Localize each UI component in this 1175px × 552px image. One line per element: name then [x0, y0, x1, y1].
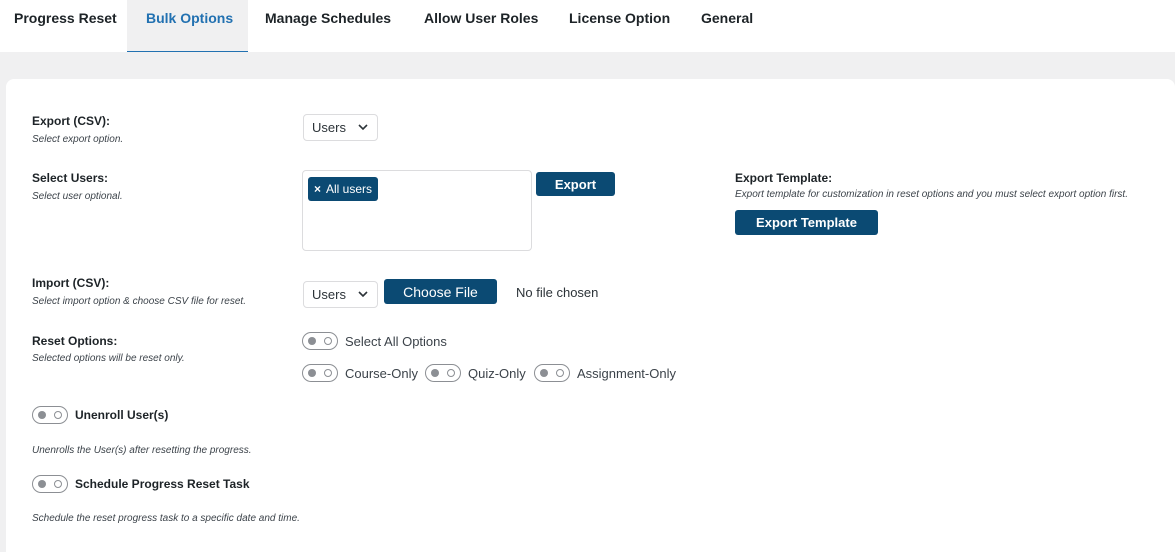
toggle-knob	[431, 369, 439, 377]
import-csv-title: Import (CSV):	[32, 276, 110, 290]
schedule-reset-desc: Schedule the reset progress task to a sp…	[32, 513, 300, 524]
unenroll-users-desc: Unenrolls the User(s) after resetting th…	[32, 445, 252, 456]
toggle-off-indicator	[447, 369, 455, 377]
chevron-down-icon	[358, 291, 368, 298]
export-template-button[interactable]: Export Template	[735, 210, 878, 235]
toggle-knob	[540, 369, 548, 377]
quiz-only-toggle[interactable]	[425, 364, 461, 382]
import-option-select[interactable]: Users	[303, 281, 378, 308]
toggle-off-indicator	[54, 480, 62, 488]
toggle-knob	[308, 337, 316, 345]
export-button[interactable]: Export	[536, 172, 615, 196]
toggle-knob	[308, 369, 316, 377]
tab-manage-schedules[interactable]: Manage Schedules	[265, 0, 391, 52]
select-all-options-toggle[interactable]	[302, 332, 338, 350]
tab-bulk-options[interactable]: Bulk Options	[127, 0, 248, 52]
tab-allow-user-roles[interactable]: Allow User Roles	[424, 0, 538, 52]
assignment-only-label: Assignment-Only	[577, 366, 676, 381]
choose-file-button[interactable]: Choose File	[384, 279, 497, 304]
quiz-only-label: Quiz-Only	[468, 366, 526, 381]
export-template-desc: Export template for customization in res…	[735, 189, 1128, 200]
toggle-knob	[38, 411, 46, 419]
course-only-label: Course-Only	[345, 366, 418, 381]
import-option-value: Users	[312, 287, 346, 302]
toggle-off-indicator	[324, 369, 332, 377]
tab-general[interactable]: General	[701, 0, 753, 52]
select-users-title: Select Users:	[32, 171, 109, 185]
export-csv-desc: Select export option.	[32, 134, 124, 145]
schedule-reset-toggle[interactable]	[32, 475, 68, 493]
toggle-off-indicator	[556, 369, 564, 377]
reset-options-title: Reset Options:	[32, 334, 118, 348]
schedule-reset-label: Schedule Progress Reset Task	[75, 477, 250, 491]
chip-remove-icon[interactable]: ×	[314, 182, 321, 196]
export-csv-title: Export (CSV):	[32, 114, 110, 128]
tab-progress-reset[interactable]: Progress Reset	[14, 0, 117, 52]
chip-label: All users	[326, 182, 373, 196]
toggle-off-indicator	[54, 411, 62, 419]
toggle-off-indicator	[324, 337, 332, 345]
chevron-down-icon	[358, 124, 368, 131]
course-only-toggle[interactable]	[302, 364, 338, 382]
users-multiselect[interactable]: × All users	[302, 170, 532, 251]
export-template-title: Export Template:	[735, 171, 833, 185]
tab-license-option[interactable]: License Option	[569, 0, 670, 52]
user-chip-all-users: × All users	[308, 177, 379, 201]
import-csv-desc: Select import option & choose CSV file f…	[32, 296, 246, 307]
select-all-options-label: Select All Options	[345, 334, 447, 349]
tab-bar: Progress Reset Bulk Options Manage Sched…	[0, 0, 1175, 52]
assignment-only-toggle[interactable]	[534, 364, 570, 382]
no-file-chosen-text: No file chosen	[516, 285, 599, 300]
toggle-knob	[38, 480, 46, 488]
unenroll-users-label: Unenroll User(s)	[75, 408, 169, 422]
reset-options-desc: Selected options will be reset only.	[32, 353, 185, 364]
export-option-value: Users	[312, 120, 346, 135]
unenroll-users-toggle[interactable]	[32, 406, 68, 424]
select-users-desc: Select user optional.	[32, 191, 123, 202]
export-option-select[interactable]: Users	[303, 114, 378, 141]
